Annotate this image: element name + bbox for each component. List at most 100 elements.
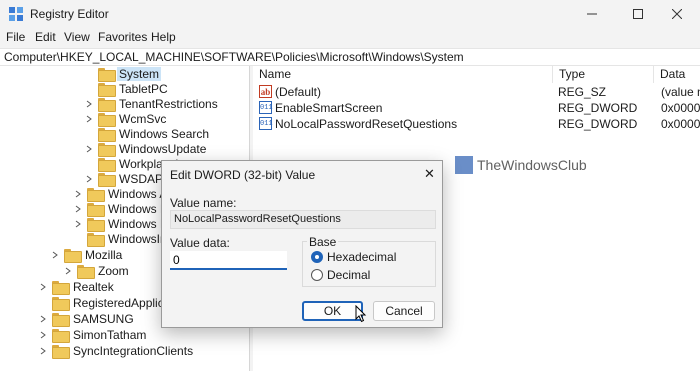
folder-icon — [98, 128, 116, 142]
address-bar[interactable]: Computer\HKEY_LOCAL_MACHINE\SOFTWARE\Pol… — [0, 48, 700, 66]
folder-icon — [98, 68, 116, 82]
tree-item-samsung[interactable]: SAMSUNG — [38, 311, 136, 327]
tree-item-simontatham[interactable]: SimonTatham — [38, 327, 148, 343]
chevron-right-icon[interactable] — [38, 314, 48, 324]
folder-icon — [87, 233, 105, 247]
chevron-right-icon[interactable] — [73, 219, 83, 229]
menu-favorites[interactable]: Favorites — [96, 30, 149, 44]
tree-item-label: SimonTatham — [73, 328, 147, 342]
chevron-right-icon[interactable] — [73, 189, 83, 199]
chevron-right-icon[interactable] — [84, 174, 94, 184]
folder-icon — [52, 345, 70, 359]
decimal-radio[interactable] — [311, 269, 323, 281]
column-header-type[interactable]: Type — [553, 66, 654, 83]
tree-item-label: TenantRestrictions — [119, 97, 218, 111]
chevron-right-icon[interactable] — [63, 266, 73, 276]
folder-icon — [52, 297, 70, 311]
value-data: 0x00000 — [661, 117, 700, 131]
folder-icon — [87, 203, 105, 217]
column-header-name[interactable]: Name — [253, 66, 553, 83]
folder-icon — [98, 113, 116, 127]
menu-file[interactable]: File — [4, 30, 27, 44]
base-label: Base — [307, 235, 339, 249]
tree-item-tenantrestrictions[interactable]: TenantRestrictions — [84, 96, 220, 112]
close-icon — [672, 9, 682, 19]
folder-icon — [77, 265, 95, 279]
menu-view[interactable]: View — [62, 30, 92, 44]
tree-item-zoom[interactable]: Zoom — [63, 263, 131, 279]
tree-item-label: Mozilla — [85, 248, 123, 262]
string-value-icon: ab — [259, 85, 272, 98]
chevron-right-icon[interactable] — [38, 330, 48, 340]
folder-icon — [52, 329, 70, 343]
value-name: (Default) — [275, 85, 322, 99]
tree-item-windows-search[interactable]: Windows Search — [84, 126, 211, 142]
folder-icon — [87, 218, 105, 232]
folder-icon — [87, 188, 105, 202]
chevron-right-icon[interactable] — [84, 144, 94, 154]
hexadecimal-label[interactable]: Hexadecimal — [327, 250, 396, 264]
minimize-button[interactable] — [569, 0, 615, 28]
chevron-right-icon[interactable] — [73, 204, 83, 214]
cancel-button[interactable]: Cancel — [373, 301, 435, 321]
tree-item-label: TabletPC — [119, 82, 168, 96]
dword-value-icon: 011 — [259, 101, 273, 114]
minimize-icon — [587, 13, 597, 15]
tree-item-realtek[interactable]: Realtek — [38, 279, 116, 295]
tree-item-syncintegrationclients[interactable]: SyncIntegrationClients — [38, 343, 195, 359]
mouse-cursor-icon — [355, 305, 367, 323]
registry-editor-icon — [9, 7, 23, 21]
dialog-title: Edit DWORD (32-bit) Value — [170, 168, 316, 182]
folder-icon — [52, 313, 70, 327]
watermark-logo-icon — [455, 156, 473, 174]
value-name: NoLocalPasswordResetQuestions — [275, 117, 458, 131]
value-type: REG_SZ — [558, 85, 607, 99]
menu-edit[interactable]: Edit — [33, 30, 58, 44]
tree-item-label: System — [117, 67, 162, 81]
chevron-right-icon[interactable] — [50, 250, 60, 260]
watermark-text: TheWindowsClub — [477, 157, 587, 173]
value-data: 0x00000 — [661, 101, 700, 115]
chevron-right-icon[interactable] — [38, 282, 48, 292]
ok-button[interactable]: OK — [302, 301, 363, 321]
value-data-input[interactable] — [170, 251, 287, 270]
tree-item-windowsink[interactable]: WindowsInk — [73, 231, 175, 247]
window-title: Registry Editor — [30, 7, 109, 21]
value-row[interactable]: 011 NoLocalPasswordResetQuestions REG_DW… — [253, 116, 700, 133]
tree-item-label: WcmSvc — [119, 112, 167, 126]
tree-item-tabletpc[interactable]: TabletPC — [84, 81, 170, 97]
chevron-right-icon[interactable] — [38, 346, 48, 356]
edit-dword-dialog: Edit DWORD (32-bit) Value ✕ Value name: … — [161, 160, 443, 328]
hexadecimal-radio[interactable] — [311, 251, 323, 263]
tree-item-label: Realtek — [73, 280, 114, 294]
value-name: EnableSmartScreen — [275, 101, 383, 115]
value-name-label: Value name: — [170, 196, 237, 210]
value-row[interactable]: ab (Default) REG_SZ (value n — [253, 84, 700, 101]
folder-icon — [98, 158, 116, 172]
tree-item-label: Zoom — [98, 264, 129, 278]
dword-value-icon: 011 — [259, 117, 273, 130]
tree-item-system[interactable]: System — [84, 66, 162, 82]
close-button[interactable] — [654, 0, 700, 28]
dialog-close-icon[interactable]: ✕ — [424, 166, 435, 182]
value-data-label: Value data: — [170, 236, 230, 250]
menu-bar: File Edit View Favorites Help — [0, 28, 700, 48]
folder-icon — [98, 83, 116, 97]
tree-item-label: WindowsUpdate — [119, 142, 207, 156]
chevron-right-icon[interactable] — [84, 114, 94, 124]
tree-item-wcmsvc[interactable]: WcmSvc — [84, 111, 168, 127]
column-header-data[interactable]: Data — [654, 66, 700, 83]
tree-item-label: SyncIntegrationClients — [73, 344, 194, 358]
folder-icon — [52, 281, 70, 295]
menu-help[interactable]: Help — [149, 30, 178, 44]
decimal-label[interactable]: Decimal — [327, 268, 370, 282]
value-row[interactable]: 011 EnableSmartScreen REG_DWORD 0x00000 — [253, 100, 700, 117]
tree-item-windowsupdate[interactable]: WindowsUpdate — [84, 141, 208, 157]
chevron-right-icon[interactable] — [84, 99, 94, 109]
folder-icon — [98, 173, 116, 187]
tree-item-mozilla[interactable]: Mozilla — [50, 247, 124, 263]
tree-item-label: SAMSUNG — [73, 312, 134, 326]
watermark: TheWindowsClub — [455, 156, 587, 174]
tree-item-wsdapi[interactable]: WSDAPI — [84, 171, 168, 187]
tree-item-registeredapplications[interactable]: RegisteredApplicat — [38, 295, 176, 311]
